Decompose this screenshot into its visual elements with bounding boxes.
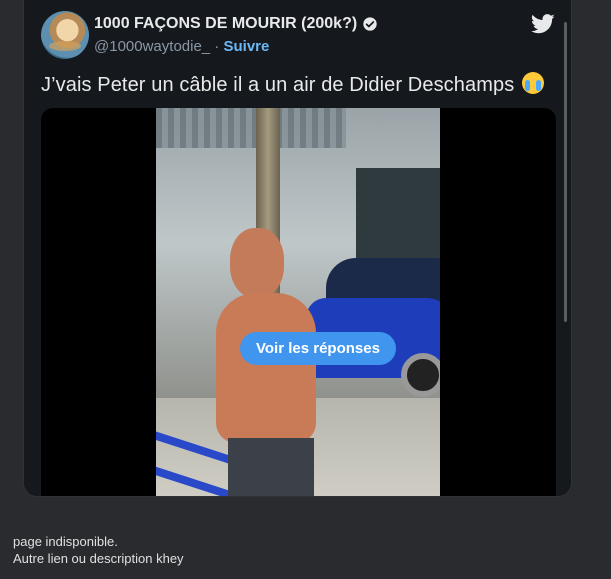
fallback-caption: page indisponible. Autre lien ou descrip… [13, 533, 184, 567]
avatar[interactable] [41, 11, 89, 59]
author-handle-row: @1000waytodie_ · Suivre [94, 38, 269, 55]
video-blue-car [306, 258, 440, 398]
loudly-crying-face-icon [521, 72, 544, 94]
video-grid-pattern [156, 108, 346, 148]
tweet-text: J’vais Peter un câble il a un air de Did… [41, 72, 544, 97]
handle-separator: · [210, 38, 224, 55]
unavailable-notice: page indisponible. [13, 534, 118, 549]
follow-link[interactable]: Suivre [223, 38, 269, 55]
twitter-bird-icon[interactable] [531, 13, 555, 35]
scrollbar[interactable] [564, 22, 567, 322]
tweet-text-content: J’vais Peter un câble il a un air de Did… [41, 74, 515, 96]
video-frame [156, 108, 440, 496]
embedded-tweet-card: 1000 FAÇONS DE MOURIR (200k?) @1000wayto… [23, 0, 572, 497]
verified-badge-icon [363, 17, 377, 31]
author-handle[interactable]: @1000waytodie_ [94, 38, 210, 55]
view-replies-button[interactable]: Voir les réponses [240, 332, 396, 365]
author-display-name[interactable]: 1000 FAÇONS DE MOURIR (200k?) [94, 15, 357, 33]
tweet-video[interactable]: Voir les réponses [41, 108, 556, 496]
author-name-row: 1000 FAÇONS DE MOURIR (200k?) [94, 15, 378, 33]
alternate-link-notice: Autre lien ou description khey [13, 551, 184, 566]
